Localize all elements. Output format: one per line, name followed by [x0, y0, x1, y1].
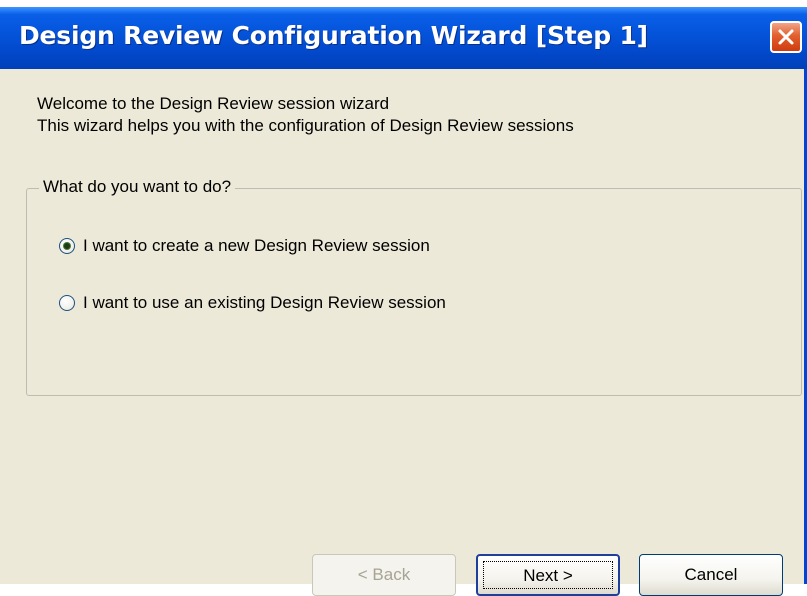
top-strip: [0, 0, 807, 7]
radio-dot-icon: [64, 243, 70, 249]
cancel-button[interactable]: Cancel: [639, 554, 783, 596]
groupbox-legend: What do you want to do?: [39, 177, 236, 197]
title-bar[interactable]: Design Review Configuration Wizard [Step…: [0, 7, 807, 69]
radio-label-create-new: I want to create a new Design Review ses…: [83, 236, 430, 255]
back-button[interactable]: < Back: [312, 554, 456, 596]
radio-use-existing-session[interactable]: I want to use an existing Design Review …: [59, 293, 446, 313]
intro-text: Welcome to the Design Review session wiz…: [37, 93, 574, 137]
action-groupbox: What do you want to do? I want to create…: [26, 177, 802, 396]
next-button[interactable]: Next >: [476, 554, 620, 596]
intro-line-1: Welcome to the Design Review session wiz…: [37, 94, 390, 113]
dialog-client-area: Welcome to the Design Review session wiz…: [0, 69, 804, 596]
close-button[interactable]: [770, 21, 802, 53]
next-button-label: Next >: [483, 561, 613, 589]
window-title: Design Review Configuration Wizard [Step…: [19, 21, 648, 50]
radio-label-use-existing: I want to use an existing Design Review …: [83, 293, 446, 312]
radio-button-unchecked[interactable]: [59, 295, 75, 311]
close-icon: [778, 29, 794, 45]
radio-button-checked[interactable]: [59, 238, 75, 254]
intro-line-2: This wizard helps you with the configura…: [37, 116, 574, 135]
wizard-window: Design Review Configuration Wizard [Step…: [0, 0, 807, 596]
radio-create-new-session[interactable]: I want to create a new Design Review ses…: [59, 236, 430, 256]
